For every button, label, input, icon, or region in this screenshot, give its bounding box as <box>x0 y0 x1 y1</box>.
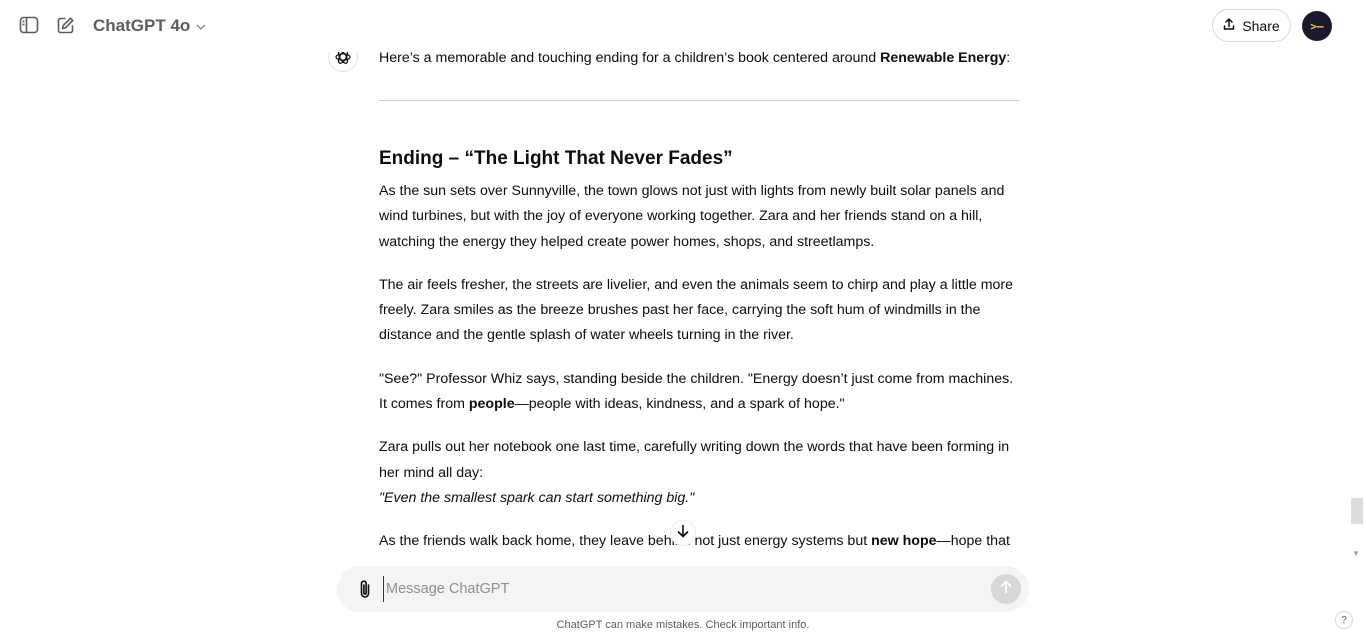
paragraph-1: As the sun sets over Sunnyville, the tow… <box>379 183 1005 250</box>
quote-text: "Even the smallest spark can start somet… <box>379 489 695 506</box>
paragraph-2: The air feels fresher, the streets are l… <box>379 276 1014 344</box>
p3-suffix: —people with ideas, kindness, and a spar… <box>514 396 845 413</box>
assistant-message: Here’s a memorable and touching ending f… <box>379 46 1020 570</box>
top-bar: ChatGPT 4o Share >– <box>0 0 1366 52</box>
attach-icon[interactable] <box>353 577 377 601</box>
chevron-down-icon <box>196 20 206 34</box>
p3-bold-text: people <box>468 396 515 413</box>
message-composer <box>337 566 1029 612</box>
divider <box>379 100 1020 101</box>
send-button[interactable] <box>991 574 1021 604</box>
share-button[interactable]: Share <box>1212 9 1291 42</box>
share-label: Share <box>1242 17 1280 34</box>
paragraph-4-quote: "Even the smallest spark can start somet… <box>379 486 1020 511</box>
p5-suffix: —hope that <box>936 533 1010 550</box>
scroll-to-bottom-button[interactable] <box>670 520 696 546</box>
conversation-area: Here’s a memorable and touching ending f… <box>0 0 1366 570</box>
new-chat-icon[interactable] <box>51 11 79 39</box>
paragraph-4: Zara pulls out her notebook one last tim… <box>379 439 1010 481</box>
scrollbar[interactable] <box>1348 52 1366 562</box>
scrollbar-thumb[interactable] <box>1351 498 1363 524</box>
model-selector[interactable]: ChatGPT 4o <box>93 14 206 38</box>
message-input[interactable] <box>383 576 983 602</box>
user-avatar[interactable]: >– <box>1302 11 1332 41</box>
intro-suffix: : <box>1006 50 1011 66</box>
p5-text: As the friends walk back home, they leav… <box>379 533 872 550</box>
message-heading: Ending – “The Light That Never Fades” <box>379 148 733 169</box>
avatar-text: >– <box>1310 19 1324 33</box>
disclaimer-text: ChatGPT can make mistakes. Check importa… <box>556 619 810 631</box>
share-icon <box>1223 17 1235 34</box>
sidebar-toggle-icon[interactable] <box>15 11 43 39</box>
intro-text: Here’s a memorable and touching ending f… <box>379 50 881 66</box>
intro-bold-text: Renewable Energy <box>880 50 1007 66</box>
arrow-up-icon <box>1000 580 1012 599</box>
paragraph-5: As the friends walk back home, they leav… <box>379 529 1020 554</box>
paragraph-3: "See?" Professor Whiz says, standing bes… <box>379 367 1020 418</box>
model-name: ChatGPT 4o <box>93 16 191 35</box>
scroll-down-arrow-icon[interactable]: ▼ <box>1352 549 1360 558</box>
help-button[interactable]: ? <box>1335 611 1353 629</box>
p5-bold-text: new hope <box>871 533 937 550</box>
help-icon: ? <box>1341 614 1347 626</box>
arrow-down-icon <box>677 524 689 543</box>
